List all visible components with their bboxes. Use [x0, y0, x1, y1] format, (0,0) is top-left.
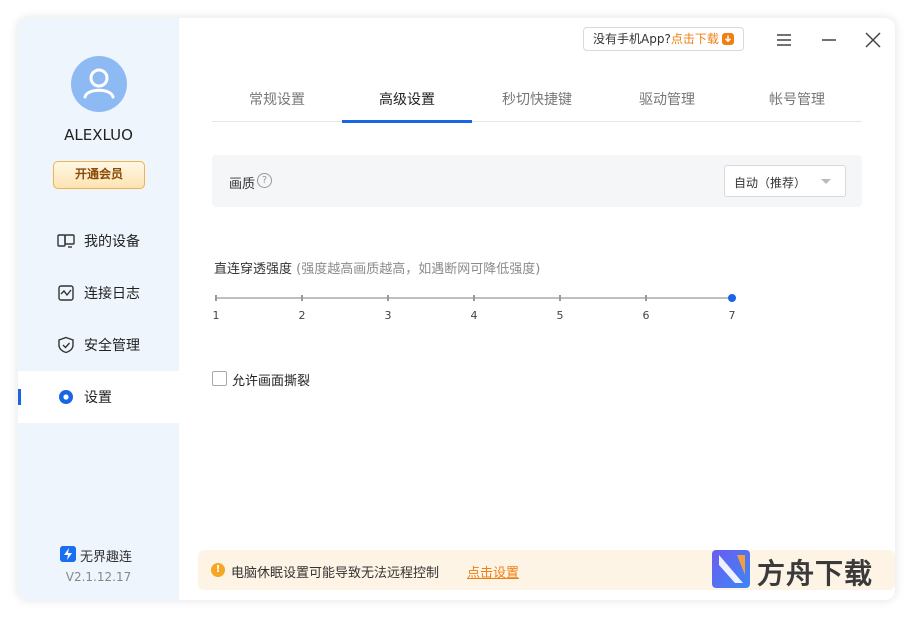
- strength-title-text: 直连穿透强度: [214, 262, 293, 277]
- slider-tick[interactable]: [473, 295, 475, 301]
- brand-name: 无界趣连: [80, 550, 133, 565]
- watermark: 方舟下载: [711, 548, 891, 592]
- tab-active-underline: [342, 120, 472, 123]
- log-icon: [58, 285, 74, 301]
- quality-label: 画质: [229, 177, 256, 192]
- slider-tick-label: 7: [728, 309, 736, 322]
- slider-tick[interactable]: [387, 295, 389, 301]
- user-icon: [83, 68, 115, 99]
- slider-tick-label: 1: [212, 309, 220, 322]
- tear-checkbox[interactable]: [212, 371, 227, 386]
- slider-thumb[interactable]: [728, 294, 736, 302]
- avatar[interactable]: [71, 56, 127, 112]
- sidebar-item-label: 设置: [84, 390, 112, 406]
- slider-tick[interactable]: [215, 295, 217, 301]
- sidebar-item-settings[interactable]: 设置: [18, 371, 179, 423]
- active-indicator: [18, 389, 21, 405]
- vip-button[interactable]: 开通会员: [53, 161, 145, 189]
- sidebar-item-label: 连接日志: [84, 286, 140, 302]
- warning-icon: !: [211, 563, 225, 577]
- quality-select[interactable]: 自动（推荐）: [724, 165, 846, 197]
- quality-select-value: 自动（推荐）: [734, 176, 807, 190]
- slider-tick-label: 4: [470, 309, 478, 322]
- help-icon[interactable]: ?: [257, 173, 272, 188]
- slider-tick[interactable]: [645, 295, 647, 301]
- settings-dot-icon: [59, 390, 73, 404]
- tab-general[interactable]: 常规设置: [212, 84, 342, 122]
- warning-settings-link[interactable]: 点击设置: [467, 562, 519, 581]
- tab-drivers[interactable]: 驱动管理: [602, 84, 732, 122]
- shield-icon: [58, 336, 74, 354]
- slider-tick-label: 2: [298, 309, 306, 322]
- slider-tick-label: 3: [384, 309, 392, 322]
- quality-panel: 画质 ? 自动（推荐）: [212, 155, 862, 207]
- settings-tabs: 常规设置 高级设置 秒切快捷键 驱动管理 帐号管理: [212, 84, 862, 123]
- tab-label: 高级设置: [379, 92, 435, 108]
- strength-hint: (强度越高画质越高，如遇断网可降低强度): [296, 262, 541, 277]
- download-icon: [721, 33, 734, 45]
- sidebar-item-security[interactable]: 安全管理: [18, 319, 179, 371]
- app-window: ALEXLUO 开通会员 我的设备 连接日志 安全管理 设置 无界趣连 V2.1…: [18, 18, 895, 600]
- sidebar-item-label: 安全管理: [84, 338, 140, 354]
- menu-icon[interactable]: [774, 30, 794, 50]
- chevron-down-icon: [821, 179, 831, 184]
- slider-tick[interactable]: [559, 295, 561, 301]
- minimize-icon[interactable]: [819, 30, 839, 50]
- monitor-icon: [57, 234, 75, 248]
- promo-text: 没有手机App?: [593, 32, 671, 46]
- tear-checkbox-label: 允许画面撕裂: [232, 374, 311, 389]
- sidebar-item-connection-log[interactable]: 连接日志: [18, 267, 179, 319]
- tab-advanced[interactable]: 高级设置: [342, 84, 472, 123]
- brand-logo-icon: [60, 546, 76, 562]
- username: ALEXLUO: [64, 126, 133, 144]
- close-icon[interactable]: [863, 30, 883, 50]
- app-download-promo[interactable]: 没有手机App?点击下载: [583, 27, 744, 51]
- sidebar-item-my-devices[interactable]: 我的设备: [18, 215, 179, 267]
- promo-download-link[interactable]: 点击下载: [671, 32, 719, 46]
- tab-hotkeys[interactable]: 秒切快捷键: [472, 84, 602, 122]
- warning-text: 电脑休眠设置可能导致无法远程控制: [231, 566, 440, 581]
- slider-tick-label: 5: [556, 309, 564, 322]
- watermark-text: 方舟下载: [757, 557, 874, 590]
- strength-slider[interactable]: 1 2 3 4 5 6 7: [213, 290, 736, 330]
- watermark-logo-icon: [712, 550, 750, 588]
- tab-account[interactable]: 帐号管理: [732, 84, 862, 122]
- strength-title: 直连穿透强度 (强度越高画质越高，如遇断网可降低强度): [214, 258, 540, 277]
- slider-tick[interactable]: [301, 295, 303, 301]
- sidebar: ALEXLUO 开通会员 我的设备 连接日志 安全管理 设置 无界趣连 V2.1…: [18, 18, 179, 600]
- slider-tick-label: 6: [642, 309, 650, 322]
- version-label: V2.1.12.17: [65, 570, 132, 584]
- sidebar-item-label: 我的设备: [84, 234, 140, 250]
